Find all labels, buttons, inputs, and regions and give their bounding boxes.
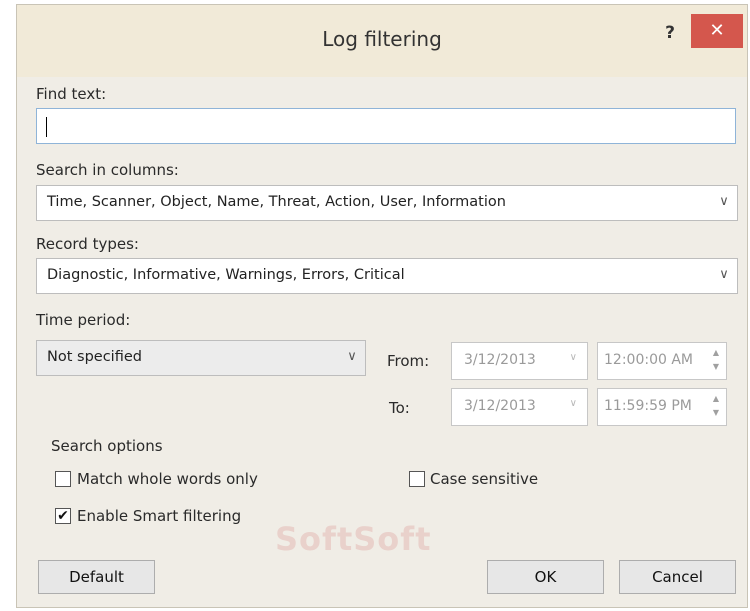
to-time-value: 11:59:59 PM — [604, 398, 692, 414]
find-text-input[interactable] — [36, 108, 736, 144]
from-date-value: 3/12/2013 — [464, 352, 536, 368]
record-types-select[interactable]: Diagnostic, Informative, Warnings, Error… — [36, 258, 738, 294]
to-time-picker[interactable]: 11:59:59 PM ▲ ▼ — [597, 388, 727, 426]
close-icon: ✕ — [709, 20, 725, 41]
smart-filtering-label[interactable]: Enable Smart filtering — [77, 507, 241, 525]
smart-filtering-checkbox[interactable]: ✔ — [55, 508, 71, 524]
search-columns-select[interactable]: Time, Scanner, Object, Name, Threat, Act… — [36, 185, 738, 221]
question-icon: ? — [665, 23, 675, 43]
time-period-label: Time period: — [36, 311, 131, 329]
watermark-logo: SoftSoft — [275, 520, 432, 558]
from-time-value: 12:00:00 AM — [604, 352, 693, 368]
match-whole-words-checkbox[interactable] — [55, 471, 71, 487]
checkmark-icon: ✔ — [57, 508, 69, 524]
from-date-picker[interactable]: 3/12/2013 ∨ — [451, 342, 588, 380]
search-columns-label: Search in columns: — [36, 161, 179, 179]
text-caret — [46, 117, 47, 137]
chevron-down-icon: ∨ — [347, 349, 357, 364]
chevron-down-icon: ∨ — [569, 352, 577, 363]
to-date-picker[interactable]: 3/12/2013 ∨ — [451, 388, 588, 426]
search-options-label: Search options — [51, 437, 163, 455]
to-date-value: 3/12/2013 — [464, 398, 536, 414]
help-button[interactable]: ? — [658, 20, 682, 46]
time-period-value: Not specified — [47, 349, 142, 365]
default-button[interactable]: Default — [38, 560, 155, 594]
spin-updown-icon[interactable]: ▲ ▼ — [708, 392, 724, 422]
from-time-picker[interactable]: 12:00:00 AM ▲ ▼ — [597, 342, 727, 380]
chevron-down-icon: ∨ — [569, 398, 577, 409]
title-bar: Log filtering ? ✕ — [17, 5, 747, 77]
record-types-label: Record types: — [36, 235, 139, 253]
case-sensitive-label[interactable]: Case sensitive — [430, 470, 538, 488]
case-sensitive-checkbox[interactable] — [409, 471, 425, 487]
time-period-select[interactable]: Not specified ∨ — [36, 340, 366, 376]
match-whole-words-label[interactable]: Match whole words only — [77, 470, 258, 488]
dialog-title: Log filtering — [322, 27, 442, 51]
spin-updown-icon[interactable]: ▲ ▼ — [708, 346, 724, 376]
ok-button[interactable]: OK — [487, 560, 604, 594]
search-columns-value: Time, Scanner, Object, Name, Threat, Act… — [47, 194, 506, 210]
log-filtering-dialog: Log filtering ? ✕ Find text: Search in c… — [16, 4, 748, 608]
chevron-down-icon: ∨ — [719, 194, 729, 209]
to-label: To: — [389, 399, 410, 417]
chevron-down-icon: ∨ — [719, 267, 729, 282]
cancel-button[interactable]: Cancel — [619, 560, 736, 594]
find-text-label: Find text: — [36, 85, 107, 103]
from-label: From: — [387, 352, 430, 370]
close-button[interactable]: ✕ — [691, 14, 743, 48]
record-types-value: Diagnostic, Informative, Warnings, Error… — [47, 267, 405, 283]
